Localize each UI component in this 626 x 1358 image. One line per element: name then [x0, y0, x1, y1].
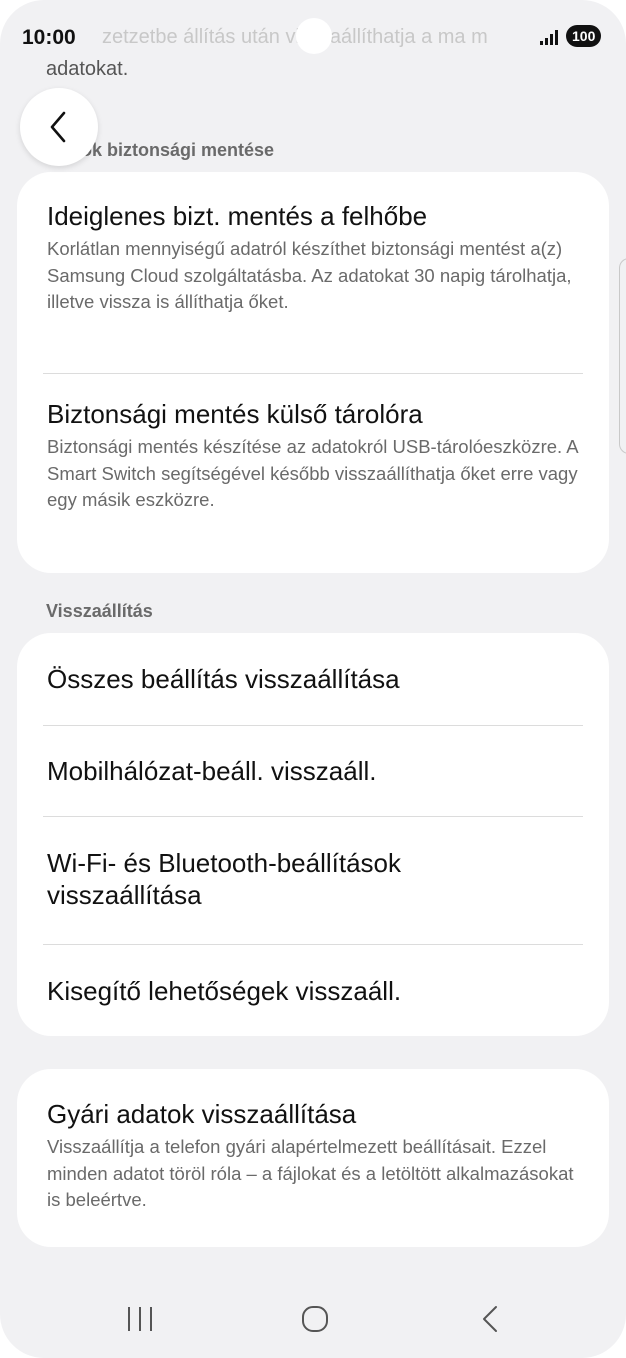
backup-card: Ideiglenes bizt. mentés a felhőbe Korlát… [17, 172, 609, 573]
item-title: Mobilhálózat-beáll. visszaáll. [47, 756, 377, 786]
divider [43, 944, 583, 945]
divider [43, 373, 583, 374]
list-item-external-backup[interactable]: Biztonsági mentés külső tárolóra Biztons… [47, 398, 583, 514]
chevron-left-icon [50, 111, 66, 143]
screen: 10:00 zetzetbe állítás után visszaállíth… [0, 0, 626, 1358]
back-icon[interactable] [478, 1304, 504, 1334]
battery-icon: 100 [566, 25, 602, 47]
list-item-reset-all-settings[interactable]: Összes beállítás visszaállítása [47, 663, 583, 695]
divider [43, 816, 583, 817]
item-description: Biztonsági mentés készítése az adatokról… [47, 436, 578, 510]
item-title: Kisegítő lehetőségek visszaáll. [47, 976, 402, 1006]
list-item-factory-reset[interactable]: Gyári adatok visszaállítása Visszaállítj… [47, 1098, 589, 1214]
divider [43, 725, 583, 726]
camera-cutout [296, 18, 332, 54]
item-title: Biztonsági mentés külső tárolóra [47, 399, 423, 429]
item-description: Korlátlan mennyiségű adatról készíthet b… [47, 238, 572, 312]
item-description: Visszaállítja a telefon gyári alapértelm… [47, 1136, 574, 1210]
status-bar: 10:00 zetzetbe állítás után visszaállíth… [0, 0, 626, 70]
backup-section-header: tok biztonsági mentése [75, 140, 275, 160]
list-item-reset-mobile-network[interactable]: Mobilhálózat-beáll. visszaáll. [47, 755, 583, 787]
list-item-cloud-backup[interactable]: Ideiglenes bizt. mentés a felhőbe Korlát… [47, 200, 583, 316]
factory-reset-card: Gyári adatok visszaállítása Visszaállítj… [17, 1069, 609, 1247]
scroll-indicator[interactable] [619, 258, 626, 454]
list-item-reset-accessibility[interactable]: Kisegítő lehetőségek visszaáll. [47, 975, 583, 1007]
recents-icon[interactable] [126, 1304, 154, 1334]
reset-card: Összes beállítás visszaállítása Mobilhál… [17, 633, 609, 1036]
reset-section-header: Visszaállítás [46, 601, 153, 621]
status-time: 10:00 [22, 26, 76, 49]
signal-bars-icon [540, 30, 558, 45]
back-button[interactable] [20, 88, 98, 166]
item-title: Összes beállítás visszaállítása [47, 664, 400, 694]
item-title: Gyári adatok visszaállítása [47, 1099, 357, 1129]
home-icon[interactable] [300, 1304, 330, 1334]
item-title: Ideiglenes bizt. mentés a felhőbe [47, 201, 428, 231]
list-item-reset-wifi-bluetooth[interactable]: Wi-Fi- és Bluetooth-beállítások visszaál… [47, 847, 469, 911]
item-title: Wi-Fi- és Bluetooth-beállítások visszaál… [47, 848, 402, 910]
navigation-bar [0, 1290, 626, 1350]
